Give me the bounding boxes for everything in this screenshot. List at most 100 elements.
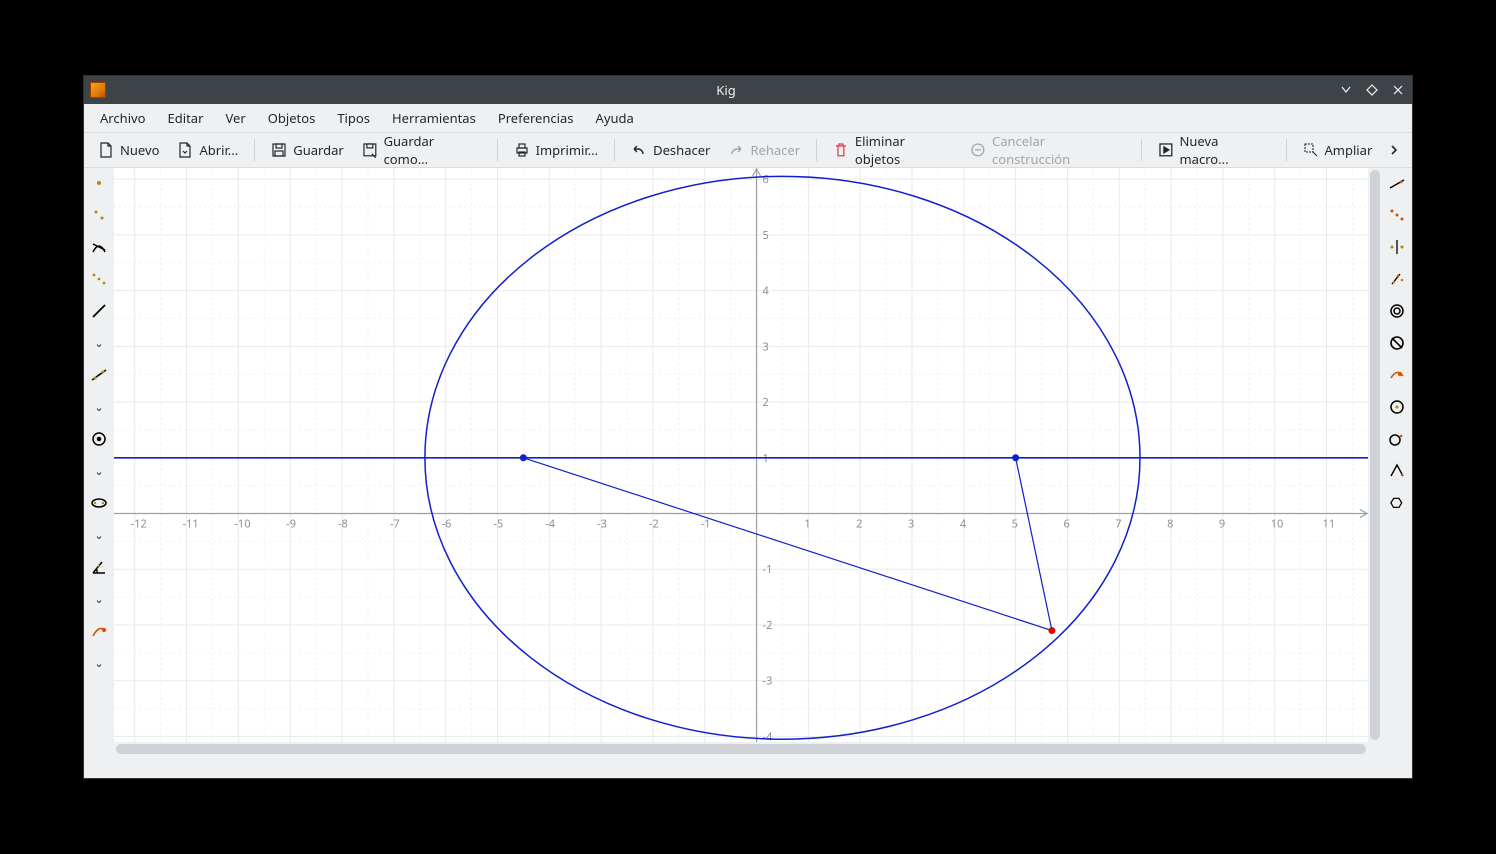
svg-text:9: 9 [1219, 517, 1225, 532]
menu-view[interactable]: Ver [215, 105, 255, 131]
tool-parallel[interactable] [1386, 204, 1408, 226]
app-window: Kig Archivo Editar Ver Objetos Tipos Her… [84, 76, 1412, 778]
maximize-button[interactable] [1364, 82, 1380, 98]
menu-file[interactable]: Archivo [90, 105, 156, 131]
delete-button[interactable]: Eliminar objetos [825, 128, 960, 172]
tool-midpoint[interactable] [88, 268, 110, 290]
svg-text:3: 3 [908, 517, 914, 532]
svg-text:11: 11 [1323, 517, 1336, 532]
redo-icon [728, 142, 744, 158]
tool-reflection[interactable] [1386, 236, 1408, 258]
canvas-row: -12-11-10-9-8-7-6-5-4-3-2-11234567891011… [114, 168, 1382, 742]
tool-vector[interactable] [88, 620, 110, 642]
redo-label: Rehacer [750, 141, 800, 159]
line-dropdown[interactable]: ⌄ [88, 396, 110, 418]
trash-icon [833, 142, 849, 158]
main-toolbar: Nuevo Abrir... Guardar Guardar como... [84, 132, 1412, 168]
svg-text:7: 7 [1115, 517, 1121, 532]
macro-icon [1158, 142, 1174, 158]
print-icon [514, 142, 530, 158]
new-label: Nuevo [120, 141, 159, 159]
tool-intersection[interactable] [88, 236, 110, 258]
save-button[interactable]: Guardar [263, 137, 352, 163]
svg-text:-6: -6 [442, 517, 452, 532]
new-macro-button[interactable]: Nueva macro... [1150, 128, 1278, 172]
redo-button[interactable]: Rehacer [720, 137, 808, 163]
tool-circle[interactable] [88, 428, 110, 450]
svg-text:-1: -1 [763, 562, 773, 577]
close-button[interactable] [1390, 82, 1406, 98]
tool-point[interactable] [88, 172, 110, 194]
zoom-button[interactable]: Ampliar [1295, 137, 1381, 163]
svg-text:-4: -4 [545, 517, 556, 532]
conic-dropdown[interactable]: ⌄ [88, 524, 110, 546]
svg-text:-9: -9 [286, 517, 296, 532]
zoom-icon [1303, 142, 1319, 158]
save-as-label: Guardar como... [384, 132, 481, 168]
menu-objects[interactable]: Objetos [258, 105, 326, 131]
undo-button[interactable]: Deshacer [623, 137, 718, 163]
tool-concentric[interactable] [1386, 396, 1408, 418]
svg-text:-4: -4 [763, 729, 774, 742]
print-button[interactable]: Imprimir... [506, 137, 607, 163]
svg-text:5: 5 [763, 228, 769, 243]
open-document-icon [177, 142, 193, 158]
cancel-label: Cancelar construcción [992, 132, 1125, 168]
tool-conic[interactable] [88, 492, 110, 514]
menu-edit[interactable]: Editar [158, 105, 214, 131]
tool-rotation[interactable] [1386, 268, 1408, 290]
menu-help[interactable]: Ayuda [586, 105, 644, 131]
hscroll-row [114, 742, 1382, 756]
toolbar-overflow-button[interactable] [1382, 138, 1406, 162]
tool-perpendicular[interactable] [1386, 172, 1408, 194]
horizontal-scroll-thumb[interactable] [116, 744, 1366, 754]
tool-polygon[interactable] [1386, 460, 1408, 482]
zoom-label: Ampliar [1325, 141, 1373, 159]
tool-line[interactable] [88, 364, 110, 386]
svg-text:-7: -7 [390, 517, 400, 532]
circle-dropdown[interactable]: ⌄ [88, 460, 110, 482]
menu-prefs[interactable]: Preferencias [488, 105, 584, 131]
tool-point-on-object[interactable] [88, 204, 110, 226]
separator [1141, 139, 1142, 161]
tool-tangent[interactable] [1386, 428, 1408, 450]
svg-text:6: 6 [1063, 517, 1069, 532]
tool-locus[interactable] [1386, 364, 1408, 386]
canvas-wrap: -12-11-10-9-8-7-6-5-4-3-2-11234567891011… [114, 168, 1382, 756]
tool-angle[interactable] [88, 556, 110, 578]
save-as-button[interactable]: Guardar como... [354, 128, 489, 172]
tool-arc[interactable] [1386, 332, 1408, 354]
cancel-construction-button[interactable]: Cancelar construcción [962, 128, 1133, 172]
svg-text:-3: -3 [597, 517, 607, 532]
vertical-scrollbar[interactable] [1368, 168, 1382, 742]
svg-text:6: 6 [763, 172, 769, 187]
delete-label: Eliminar objetos [855, 132, 952, 168]
minimize-button[interactable] [1338, 82, 1354, 98]
undo-icon [631, 142, 647, 158]
svg-text:-2: -2 [649, 517, 659, 532]
geometry-canvas[interactable]: -12-11-10-9-8-7-6-5-4-3-2-11234567891011… [114, 168, 1368, 742]
svg-text:-8: -8 [338, 517, 348, 532]
open-button[interactable]: Abrir... [169, 137, 246, 163]
svg-text:2: 2 [856, 517, 862, 532]
horizontal-scrollbar[interactable] [114, 742, 1368, 756]
angle-dropdown[interactable]: ⌄ [88, 588, 110, 610]
save-as-icon [362, 142, 378, 158]
separator [1286, 139, 1287, 161]
window-controls [1338, 82, 1406, 98]
segment-dropdown[interactable]: ⌄ [88, 332, 110, 354]
tool-segment[interactable] [88, 300, 110, 322]
titlebar: Kig [84, 76, 1412, 104]
vector-dropdown[interactable]: ⌄ [88, 652, 110, 674]
tool-polygon-regular[interactable] [1386, 492, 1408, 514]
save-label: Guardar [293, 141, 344, 159]
new-button[interactable]: Nuevo [90, 137, 167, 163]
svg-text:-5: -5 [493, 517, 503, 532]
svg-text:1: 1 [804, 517, 810, 532]
tool-circle-3points[interactable] [1386, 300, 1408, 322]
macro-label: Nueva macro... [1180, 132, 1270, 168]
svg-text:2: 2 [763, 395, 769, 410]
separator [497, 139, 498, 161]
vertical-scroll-thumb[interactable] [1370, 170, 1380, 740]
svg-text:4: 4 [763, 284, 770, 299]
